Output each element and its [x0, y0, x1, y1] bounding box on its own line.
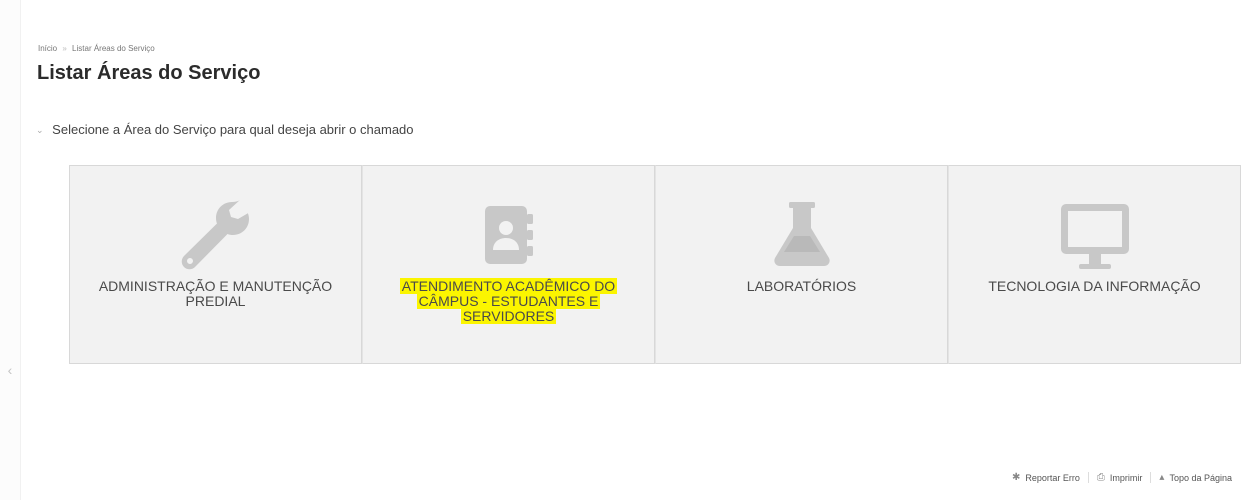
breadcrumb-home-link[interactable]: Início [38, 44, 57, 53]
report-error-label: Reportar Erro [1025, 472, 1080, 483]
card-label: ATENDIMENTO ACADÊMICO DO CÂMPUS - ESTUDA… [373, 278, 644, 324]
breadcrumb-separator: » [62, 44, 67, 53]
chevron-down-icon: ⌄ [36, 125, 44, 136]
card-atendimento-academico[interactable]: ATENDIMENTO ACADÊMICO DO CÂMPUS - ESTUDA… [362, 165, 655, 364]
caret-up-icon: ▴ [1159, 472, 1165, 483]
breadcrumb-current: Listar Áreas do Serviço [72, 44, 155, 53]
card-laboratorios[interactable]: LABORATÓRIOS [655, 165, 948, 364]
print-label: Imprimir [1109, 472, 1143, 483]
chevron-left-icon[interactable]: ‹ [3, 360, 17, 380]
page-title: Listar Áreas do Serviço [37, 62, 261, 84]
card-label: TECNOLOGIA DA INFORMAÇÃO [988, 278, 1201, 294]
page: ‹ Início » Listar Áreas do Serviço Lista… [0, 0, 1244, 500]
printer-icon: ⎙ [1096, 472, 1105, 483]
report-error-link[interactable]: ✱ Reportar Erro [1004, 472, 1088, 483]
bug-icon: ✱ [1011, 472, 1021, 483]
print-link[interactable]: ⎙ Imprimir [1087, 472, 1151, 483]
flask-icon [762, 196, 842, 276]
card-label: ADMINISTRAÇÃO E MANUTENÇÃO PREDIAL [98, 278, 333, 309]
contact-book-icon [469, 196, 549, 276]
service-area-cards: ADMINISTRAÇÃO E MANUTENÇÃO PREDIAL ATEND… [69, 165, 1241, 364]
monitor-icon [1055, 196, 1135, 276]
wrench-icon [176, 196, 256, 276]
card-tecnologia-informacao[interactable]: TECNOLOGIA DA INFORMAÇÃO [948, 165, 1241, 364]
card-label: LABORATÓRIOS [746, 278, 857, 294]
back-to-top-link[interactable]: ▴ Topo da Página [1150, 472, 1240, 483]
left-sidebar-rail: ‹ [0, 0, 21, 500]
footer-links: ✱ Reportar Erro ⎙ Imprimir ▴ Topo da Pág… [1004, 472, 1240, 483]
highlighted-label: ATENDIMENTO ACADÊMICO DO CÂMPUS - ESTUDA… [399, 278, 618, 324]
section-label: Selecione a Área do Serviço para qual de… [52, 122, 414, 137]
section-toggle[interactable]: ⌄ Selecione a Área do Serviço para qual … [36, 122, 414, 137]
back-to-top-label: Topo da Página [1169, 472, 1232, 483]
breadcrumb: Início » Listar Áreas do Serviço [38, 44, 155, 53]
card-administracao[interactable]: ADMINISTRAÇÃO E MANUTENÇÃO PREDIAL [69, 165, 362, 364]
